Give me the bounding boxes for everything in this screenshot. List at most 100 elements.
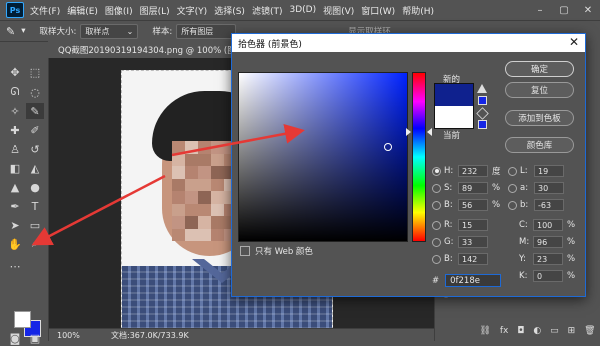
object-select-icon[interactable]: ◌: [26, 84, 44, 100]
dialog-titlebar: 拾色器 (前景色) ✕: [232, 34, 585, 52]
yellow-field[interactable]: 23: [533, 253, 563, 265]
brush-tool-icon[interactable]: ✐: [26, 122, 44, 138]
mosaic-cell: [198, 178, 211, 191]
eyedropper-icon[interactable]: ✎: [6, 25, 15, 38]
sample-select[interactable]: 所有图层: [176, 23, 237, 39]
menu-window[interactable]: 窗口(W): [361, 4, 395, 17]
magenta-field[interactable]: 96: [533, 236, 563, 248]
menu-type[interactable]: 文字(Y): [177, 4, 208, 17]
hue-slider-arrow-left[interactable]: [406, 128, 411, 136]
cyan-field[interactable]: 100: [533, 219, 563, 231]
maximize-icon[interactable]: ▢: [552, 0, 576, 20]
mosaic-cell: [211, 153, 224, 166]
foreground-color-swatch[interactable]: [14, 311, 31, 328]
dodge-tool-icon[interactable]: ●: [26, 179, 44, 195]
b-channel-field[interactable]: -63: [534, 199, 564, 211]
a-channel-radio[interactable]: [508, 183, 517, 193]
color-libraries-button[interactable]: 颜色库: [505, 137, 574, 153]
type-tool-icon[interactable]: T: [26, 198, 44, 214]
saturation-radio[interactable]: [432, 183, 441, 193]
web-only-option[interactable]: 只有 Web 颜色: [240, 245, 313, 257]
blur-tool-icon[interactable]: ▲: [6, 179, 24, 195]
lightness-field[interactable]: 19: [534, 165, 564, 177]
add-to-swatches-button[interactable]: 添加到色板: [505, 110, 574, 126]
delete-layer-icon[interactable]: 🗑: [584, 326, 595, 336]
mosaic-cell: [185, 191, 198, 204]
close-icon[interactable]: ✕: [569, 35, 579, 49]
link-layers-icon[interactable]: ⛓: [479, 326, 490, 336]
brightness-radio[interactable]: [432, 200, 441, 210]
paint-bucket-icon[interactable]: ◭: [26, 160, 44, 176]
group-folder-icon[interactable]: ▭: [550, 326, 559, 336]
out-of-gamut-warning-icon[interactable]: [477, 84, 487, 93]
more-tools-icon[interactable]: ⋯: [6, 258, 24, 274]
quick-select-icon[interactable]: ✧: [6, 103, 24, 119]
hue-slider-arrow-right[interactable]: [427, 128, 432, 136]
red-field[interactable]: 15: [458, 219, 488, 231]
add-mask-icon[interactable]: ◘: [517, 326, 524, 336]
menu-view[interactable]: 视图(V): [323, 4, 354, 17]
ok-button[interactable]: 确定: [505, 61, 574, 77]
hue-slider[interactable]: [412, 72, 426, 242]
screen-mode-icon[interactable]: ▣: [26, 330, 44, 346]
blue-radio[interactable]: [432, 254, 441, 264]
marquee-tool-icon[interactable]: ⬚: [26, 64, 44, 80]
mosaic-cell: [198, 153, 211, 166]
minimize-icon[interactable]: –: [528, 0, 552, 20]
hue-radio[interactable]: [432, 166, 441, 176]
menu-edit[interactable]: 编辑(E): [67, 4, 98, 17]
sample-size-select[interactable]: 取样点 ⌄: [80, 23, 139, 39]
black-field[interactable]: 0: [533, 270, 563, 282]
hex-field[interactable]: 0f218e: [445, 274, 502, 287]
yellow-label: Y:: [519, 254, 526, 264]
green-radio[interactable]: [432, 237, 441, 247]
shape-tool-icon[interactable]: ▭: [26, 217, 44, 233]
web-safe-swatch[interactable]: [478, 120, 487, 129]
blue-field[interactable]: 142: [458, 253, 488, 265]
quick-mask-icon[interactable]: ◙: [6, 330, 24, 346]
saturation-brightness-field[interactable]: [238, 72, 408, 242]
lightness-radio[interactable]: [508, 166, 517, 176]
web-safe-cube-icon[interactable]: [476, 107, 489, 120]
eraser-tool-icon[interactable]: ◧: [6, 160, 24, 176]
photoshop-logo: Ps: [6, 2, 24, 18]
mosaic-cell: [211, 203, 224, 216]
new-layer-icon[interactable]: ⊞: [568, 326, 576, 336]
menu-image[interactable]: 图像(I): [105, 4, 133, 17]
clone-stamp-icon[interactable]: ♙: [6, 141, 24, 157]
menu-select[interactable]: 选择(S): [214, 4, 245, 17]
path-select-icon[interactable]: ➤: [6, 217, 24, 233]
menu-file[interactable]: 文件(F): [30, 4, 60, 17]
brightness-field[interactable]: 56: [458, 199, 488, 211]
zoom-tool-icon[interactable]: ⌕: [26, 236, 44, 252]
brightness-label: B:: [444, 200, 453, 210]
saturation-field[interactable]: 89: [458, 182, 488, 194]
hand-tool-icon[interactable]: ✋: [6, 236, 24, 252]
adjustment-layer-icon[interactable]: ◐: [533, 326, 541, 336]
current-color-swatch[interactable]: [434, 106, 474, 129]
tool-preset-arrow-icon[interactable]: ▾: [21, 26, 25, 36]
red-radio[interactable]: [432, 220, 441, 230]
menu-filter[interactable]: 滤镜(T): [252, 4, 283, 17]
healing-brush-icon[interactable]: ✚: [6, 122, 24, 138]
history-brush-icon[interactable]: ↺: [26, 141, 44, 157]
menu-3d[interactable]: 3D(D): [289, 5, 316, 15]
pen-tool-icon[interactable]: ✒: [6, 198, 24, 214]
b-channel-radio[interactable]: [508, 200, 517, 210]
mosaic-cell: [198, 191, 211, 204]
a-channel-field[interactable]: 30: [534, 182, 564, 194]
menu-layer[interactable]: 图层(L): [140, 4, 170, 17]
eyedropper-tool-icon[interactable]: ✎: [26, 103, 44, 119]
reset-button[interactable]: 复位: [505, 82, 574, 98]
web-only-checkbox[interactable]: [240, 246, 250, 256]
move-tool-icon[interactable]: ✥: [6, 64, 24, 80]
mosaic-cell: [198, 228, 211, 241]
fx-icon[interactable]: fx: [500, 326, 509, 336]
green-field[interactable]: 33: [458, 236, 488, 248]
menu-help[interactable]: 帮助(H): [402, 4, 434, 17]
zoom-level[interactable]: 100%: [57, 331, 93, 340]
lasso-tool-icon[interactable]: ᘏ: [6, 84, 24, 100]
hue-field[interactable]: 232: [458, 165, 488, 177]
close-window-icon[interactable]: ✕: [576, 0, 600, 20]
gamut-correction-swatch[interactable]: [478, 96, 487, 105]
